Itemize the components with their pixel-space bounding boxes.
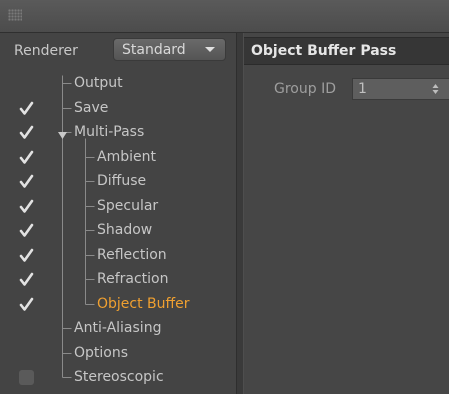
checkmark-icon[interactable]: [19, 199, 34, 214]
renderer-value: Standard: [122, 42, 186, 58]
tree-item-output[interactable]: Output: [0, 71, 236, 95]
expand-triangle-icon[interactable]: [58, 128, 67, 144]
checkmark-icon[interactable]: [19, 248, 34, 263]
tree-item-label: Output: [74, 75, 123, 91]
tree-item-object-buffer[interactable]: Object Buffer: [0, 292, 236, 316]
checkmark-icon[interactable]: [19, 150, 34, 165]
checkmark-icon[interactable]: [19, 125, 34, 140]
tree-item-label: Object Buffer: [97, 295, 190, 312]
checkmark-icon[interactable]: [19, 223, 34, 238]
tree-item-label: Options: [74, 344, 129, 361]
tree-item-reflection[interactable]: Reflection: [0, 243, 236, 267]
tree-item-multi-pass[interactable]: Multi-Pass: [0, 120, 236, 144]
spinner-arrows-icon[interactable]: [432, 83, 439, 95]
tree-item-stereoscopic[interactable]: Stereoscopic: [0, 365, 236, 389]
checkmark-icon[interactable]: [19, 297, 34, 312]
checkmark-icon[interactable]: [19, 174, 34, 189]
grip-icon[interactable]: [8, 9, 22, 21]
renderer-row: Renderer Standard: [0, 33, 236, 71]
tree-item-label: Refraction: [97, 271, 169, 287]
tree-item-refraction[interactable]: Refraction: [0, 267, 236, 291]
panel-header: Object Buffer Pass: [244, 37, 449, 65]
checkmark-icon[interactable]: [19, 272, 34, 287]
tree-item-label: Multi-Pass: [74, 124, 145, 140]
render-settings-sidebar: Renderer Standard Output Save Multi-Pass Am…: [0, 33, 236, 394]
tree-item-label: Save: [74, 99, 109, 116]
chevron-down-icon: [205, 47, 215, 52]
tree-item-label: Stereoscopic: [74, 369, 164, 385]
tree-item-save[interactable]: Save: [0, 96, 236, 120]
renderer-dropdown[interactable]: Standard: [113, 38, 226, 61]
group-id-label: Group ID: [274, 81, 336, 97]
group-id-value: 1: [358, 81, 367, 97]
tree-item-label: Reflection: [97, 246, 167, 263]
tree-item-specular[interactable]: Specular: [0, 194, 236, 218]
tree-item-shadow[interactable]: Shadow: [0, 218, 236, 242]
renderer-label: Renderer: [14, 43, 78, 59]
panel-divider[interactable]: [236, 33, 244, 394]
checkmark-icon[interactable]: [19, 101, 34, 116]
tree-item-anti-aliasing[interactable]: Anti-Aliasing: [0, 316, 236, 340]
tree-item-label: Specular: [97, 197, 159, 214]
tree-item-options[interactable]: Options: [0, 341, 236, 365]
checkbox[interactable]: [19, 370, 34, 385]
title-bar[interactable]: [0, 0, 449, 33]
tree-item-label: Anti-Aliasing: [74, 320, 162, 336]
tree-item-label: Shadow: [97, 222, 153, 238]
panel-title: Object Buffer Pass: [251, 43, 397, 59]
tree-item-ambient[interactable]: Ambient: [0, 145, 236, 169]
tree-item-label: Diffuse: [97, 173, 147, 189]
tree-item-diffuse[interactable]: Diffuse: [0, 169, 236, 193]
properties-panel: Object Buffer Pass Group ID 1: [244, 33, 449, 394]
group-id-field[interactable]: 1: [352, 78, 449, 100]
tree-item-label: Ambient: [97, 148, 156, 165]
